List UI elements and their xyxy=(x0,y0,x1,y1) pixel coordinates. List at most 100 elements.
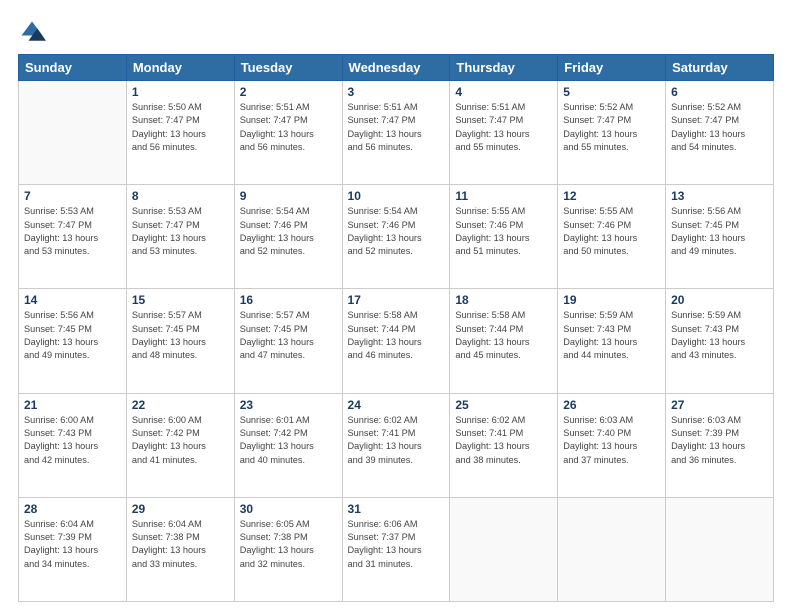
calendar-cell: 1 Sunrise: 5:50 AM Sunset: 7:47 PM Daylig… xyxy=(126,81,234,185)
calendar-cell: 17Sunrise: 5:58 AM Sunset: 7:44 PM Dayli… xyxy=(342,289,450,393)
calendar-cell xyxy=(19,81,127,185)
logo-icon xyxy=(18,18,46,46)
calendar-cell: 2 Sunrise: 5:51 AM Sunset: 7:47 PM Daylig… xyxy=(234,81,342,185)
day-info: Sunrise: 6:05 AM Sunset: 7:38 PM Dayligh… xyxy=(240,518,337,571)
calendar-week-row: 7 Sunrise: 5:53 AM Sunset: 7:47 PM Daylig… xyxy=(19,185,774,289)
calendar-cell: 18 Sunrise: 5:58 AM Sunset: 7:44 PM Dayli… xyxy=(450,289,558,393)
weekday-header-cell: Monday xyxy=(126,55,234,81)
day-number: 8 xyxy=(132,189,229,203)
page: SundayMondayTuesdayWednesdayThursdayFrid… xyxy=(0,0,792,612)
day-number: 3 xyxy=(348,85,445,99)
day-info: Sunrise: 6:04 AM Sunset: 7:39 PM Dayligh… xyxy=(24,518,121,571)
day-number: 7 xyxy=(24,189,121,203)
day-info: Sunrise: 6:00 AM Sunset: 7:42 PM Dayligh… xyxy=(132,414,229,467)
day-info: Sunrise: 5:52 AM Sunset: 7:47 PM Dayligh… xyxy=(671,101,768,154)
calendar-cell: 11 Sunrise: 5:55 AM Sunset: 7:46 PM Dayli… xyxy=(450,185,558,289)
header xyxy=(18,18,774,46)
calendar-cell: 12Sunrise: 5:55 AM Sunset: 7:46 PM Dayli… xyxy=(558,185,666,289)
logo xyxy=(18,18,50,46)
day-number: 19 xyxy=(563,293,660,307)
calendar-cell: 27 Sunrise: 6:03 AM Sunset: 7:39 PM Dayli… xyxy=(666,393,774,497)
day-number: 27 xyxy=(671,398,768,412)
calendar-cell: 19 Sunrise: 5:59 AM Sunset: 7:43 PM Dayli… xyxy=(558,289,666,393)
day-number: 13 xyxy=(671,189,768,203)
calendar-cell: 9 Sunrise: 5:54 AM Sunset: 7:46 PM Daylig… xyxy=(234,185,342,289)
day-number: 17 xyxy=(348,293,445,307)
day-number: 2 xyxy=(240,85,337,99)
day-number: 5 xyxy=(563,85,660,99)
day-number: 31 xyxy=(348,502,445,516)
day-info: Sunrise: 6:02 AM Sunset: 7:41 PM Dayligh… xyxy=(348,414,445,467)
day-number: 18 xyxy=(455,293,552,307)
calendar-cell: 21 Sunrise: 6:00 AM Sunset: 7:43 PM Dayli… xyxy=(19,393,127,497)
calendar-cell: 15Sunrise: 5:57 AM Sunset: 7:45 PM Dayli… xyxy=(126,289,234,393)
calendar-cell xyxy=(450,497,558,601)
calendar-week-row: 1 Sunrise: 5:50 AM Sunset: 7:47 PM Daylig… xyxy=(19,81,774,185)
day-info: Sunrise: 5:55 AM Sunset: 7:46 PM Dayligh… xyxy=(455,205,552,258)
calendar-cell xyxy=(666,497,774,601)
calendar-cell: 8 Sunrise: 5:53 AM Sunset: 7:47 PM Daylig… xyxy=(126,185,234,289)
day-info: Sunrise: 5:51 AM Sunset: 7:47 PM Dayligh… xyxy=(348,101,445,154)
weekday-header-cell: Saturday xyxy=(666,55,774,81)
calendar-cell: 13 Sunrise: 5:56 AM Sunset: 7:45 PM Dayli… xyxy=(666,185,774,289)
calendar-week-row: 14 Sunrise: 5:56 AM Sunset: 7:45 PM Dayli… xyxy=(19,289,774,393)
day-info: Sunrise: 5:56 AM Sunset: 7:45 PM Dayligh… xyxy=(671,205,768,258)
calendar-cell: 14 Sunrise: 5:56 AM Sunset: 7:45 PM Dayli… xyxy=(19,289,127,393)
calendar-cell: 22 Sunrise: 6:00 AM Sunset: 7:42 PM Dayli… xyxy=(126,393,234,497)
day-number: 4 xyxy=(455,85,552,99)
calendar-cell: 31 Sunrise: 6:06 AM Sunset: 7:37 PM Dayli… xyxy=(342,497,450,601)
day-number: 20 xyxy=(671,293,768,307)
calendar-cell: 25 Sunrise: 6:02 AM Sunset: 7:41 PM Dayli… xyxy=(450,393,558,497)
day-info: Sunrise: 5:58 AM Sunset: 7:44 PM Dayligh… xyxy=(455,309,552,362)
calendar-week-row: 21 Sunrise: 6:00 AM Sunset: 7:43 PM Dayli… xyxy=(19,393,774,497)
day-info: Sunrise: 5:53 AM Sunset: 7:47 PM Dayligh… xyxy=(132,205,229,258)
day-number: 28 xyxy=(24,502,121,516)
day-number: 21 xyxy=(24,398,121,412)
calendar-cell: 26Sunrise: 6:03 AM Sunset: 7:40 PM Dayli… xyxy=(558,393,666,497)
weekday-header-cell: Sunday xyxy=(19,55,127,81)
day-number: 14 xyxy=(24,293,121,307)
calendar-body: 1 Sunrise: 5:50 AM Sunset: 7:47 PM Daylig… xyxy=(19,81,774,602)
day-info: Sunrise: 5:54 AM Sunset: 7:46 PM Dayligh… xyxy=(348,205,445,258)
day-number: 22 xyxy=(132,398,229,412)
calendar-cell: 3 Sunrise: 5:51 AM Sunset: 7:47 PM Daylig… xyxy=(342,81,450,185)
calendar-cell: 30Sunrise: 6:05 AM Sunset: 7:38 PM Dayli… xyxy=(234,497,342,601)
day-info: Sunrise: 6:01 AM Sunset: 7:42 PM Dayligh… xyxy=(240,414,337,467)
day-number: 1 xyxy=(132,85,229,99)
day-info: Sunrise: 5:57 AM Sunset: 7:45 PM Dayligh… xyxy=(132,309,229,362)
day-info: Sunrise: 5:53 AM Sunset: 7:47 PM Dayligh… xyxy=(24,205,121,258)
calendar-week-row: 28 Sunrise: 6:04 AM Sunset: 7:39 PM Dayli… xyxy=(19,497,774,601)
weekday-header-row: SundayMondayTuesdayWednesdayThursdayFrid… xyxy=(19,55,774,81)
weekday-header-cell: Friday xyxy=(558,55,666,81)
day-info: Sunrise: 5:55 AM Sunset: 7:46 PM Dayligh… xyxy=(563,205,660,258)
day-info: Sunrise: 6:00 AM Sunset: 7:43 PM Dayligh… xyxy=(24,414,121,467)
day-info: Sunrise: 6:02 AM Sunset: 7:41 PM Dayligh… xyxy=(455,414,552,467)
calendar-cell: 6Sunrise: 5:52 AM Sunset: 7:47 PM Daylig… xyxy=(666,81,774,185)
day-info: Sunrise: 5:59 AM Sunset: 7:43 PM Dayligh… xyxy=(563,309,660,362)
day-info: Sunrise: 5:51 AM Sunset: 7:47 PM Dayligh… xyxy=(240,101,337,154)
calendar-cell: 29Sunrise: 6:04 AM Sunset: 7:38 PM Dayli… xyxy=(126,497,234,601)
day-info: Sunrise: 5:51 AM Sunset: 7:47 PM Dayligh… xyxy=(455,101,552,154)
day-number: 29 xyxy=(132,502,229,516)
day-number: 16 xyxy=(240,293,337,307)
calendar-cell: 16Sunrise: 5:57 AM Sunset: 7:45 PM Dayli… xyxy=(234,289,342,393)
day-number: 9 xyxy=(240,189,337,203)
weekday-header-cell: Wednesday xyxy=(342,55,450,81)
day-info: Sunrise: 6:06 AM Sunset: 7:37 PM Dayligh… xyxy=(348,518,445,571)
day-info: Sunrise: 6:03 AM Sunset: 7:40 PM Dayligh… xyxy=(563,414,660,467)
calendar-cell: 23 Sunrise: 6:01 AM Sunset: 7:42 PM Dayli… xyxy=(234,393,342,497)
day-info: Sunrise: 5:56 AM Sunset: 7:45 PM Dayligh… xyxy=(24,309,121,362)
day-number: 23 xyxy=(240,398,337,412)
calendar-cell: 5 Sunrise: 5:52 AM Sunset: 7:47 PM Daylig… xyxy=(558,81,666,185)
day-info: Sunrise: 5:50 AM Sunset: 7:47 PM Dayligh… xyxy=(132,101,229,154)
day-number: 11 xyxy=(455,189,552,203)
day-info: Sunrise: 5:54 AM Sunset: 7:46 PM Dayligh… xyxy=(240,205,337,258)
day-info: Sunrise: 6:03 AM Sunset: 7:39 PM Dayligh… xyxy=(671,414,768,467)
calendar-cell: 7 Sunrise: 5:53 AM Sunset: 7:47 PM Daylig… xyxy=(19,185,127,289)
calendar-cell: 10Sunrise: 5:54 AM Sunset: 7:46 PM Dayli… xyxy=(342,185,450,289)
weekday-header-cell: Thursday xyxy=(450,55,558,81)
calendar-cell: 20 Sunrise: 5:59 AM Sunset: 7:43 PM Dayli… xyxy=(666,289,774,393)
day-info: Sunrise: 5:52 AM Sunset: 7:47 PM Dayligh… xyxy=(563,101,660,154)
day-info: Sunrise: 5:59 AM Sunset: 7:43 PM Dayligh… xyxy=(671,309,768,362)
day-number: 25 xyxy=(455,398,552,412)
